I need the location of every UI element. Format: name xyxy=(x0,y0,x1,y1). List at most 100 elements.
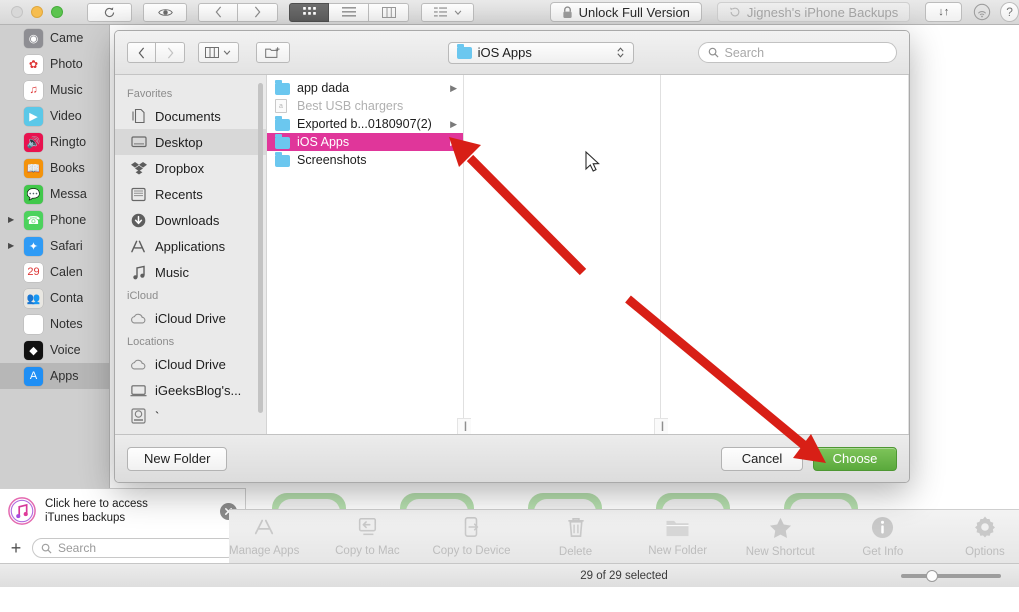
favorites-item-icloud-drive[interactable]: iCloud Drive xyxy=(115,305,266,331)
favorites-item-icloud-drive[interactable]: iCloud Drive xyxy=(115,351,266,377)
chevron-right-icon xyxy=(255,6,261,18)
file-row-ios-apps[interactable]: iOS Apps ▶ xyxy=(267,133,463,151)
action-delete[interactable]: Delete xyxy=(541,516,609,558)
file-row-label: Best USB chargers xyxy=(297,99,404,113)
sidebar-item-came[interactable]: ◉ Came xyxy=(0,25,110,51)
dialog-forward-button[interactable] xyxy=(156,42,185,63)
sidebar-search-input[interactable]: Search xyxy=(32,538,237,558)
airdrop-button[interactable] xyxy=(973,3,991,21)
chevron-down-icon xyxy=(454,9,461,15)
favorites-item--[interactable]: ` xyxy=(115,403,266,429)
preview-button[interactable] xyxy=(142,2,188,22)
list-view-button[interactable] xyxy=(329,2,370,22)
document-icon: a xyxy=(275,99,290,113)
history-icon xyxy=(729,7,740,17)
favorites-item-applications[interactable]: Applications xyxy=(115,233,266,259)
sidebar-item-label: Conta xyxy=(50,291,84,305)
file-row-label: app dada xyxy=(297,81,350,95)
action-copy-to-mac[interactable]: Copy to Mac xyxy=(333,516,401,557)
unlock-full-version-button[interactable]: Unlock Full Version xyxy=(549,2,702,22)
action-options[interactable]: Options xyxy=(951,515,1019,558)
column-resize-handle-2[interactable]: || xyxy=(654,418,668,434)
file-row-exported-b-0180907-2-[interactable]: Exported b...0180907(2) ▶ xyxy=(267,115,463,133)
column-view-button[interactable] xyxy=(369,2,410,22)
sort-button[interactable] xyxy=(421,2,474,22)
action-manage-apps[interactable]: Manage Apps xyxy=(229,516,299,557)
sidebar-scrollbar[interactable] xyxy=(258,83,263,413)
file-row-screenshots[interactable]: Screenshots xyxy=(267,151,463,169)
refresh-button[interactable] xyxy=(87,2,132,22)
favorites-item-downloads[interactable]: Downloads xyxy=(115,207,266,233)
file-row-app-dada[interactable]: app dada ▶ xyxy=(267,79,463,97)
browser-column-1[interactable]: app dada ▶ a Best USB chargers Exported b...… xyxy=(267,75,464,434)
action-new-shortcut[interactable]: New Shortcut xyxy=(746,516,815,558)
dialog-back-button[interactable] xyxy=(127,42,156,63)
dialog-view-button[interactable] xyxy=(198,42,239,63)
sidebar-item-video[interactable]: ▶ Video xyxy=(0,103,110,129)
favorites-item-igeeksblog-s-[interactable]: iGeeksBlog's... xyxy=(115,377,266,403)
browser-column-3[interactable]: || xyxy=(654,75,909,434)
favorites-item-music[interactable]: Music xyxy=(115,259,266,285)
slider-knob[interactable] xyxy=(926,570,938,582)
favorites-item-label: Dropbox xyxy=(155,160,205,176)
info-icon xyxy=(871,516,894,544)
disclosure-triangle-icon[interactable]: ▶ xyxy=(8,216,17,224)
cancel-button[interactable]: Cancel xyxy=(721,446,803,471)
phone-icon: ☎ xyxy=(24,210,43,230)
itunes-icon xyxy=(8,497,36,525)
sidebar-item-conta[interactable]: 👥 Conta xyxy=(0,285,110,311)
choose-button[interactable]: Choose xyxy=(813,446,897,471)
transfer-button[interactable]: ↓↑ xyxy=(925,2,963,22)
favorites-item-recents[interactable]: Recents xyxy=(115,181,266,207)
sidebar-item-books[interactable]: 📖 Books xyxy=(0,155,110,181)
action-label: Copy to Device xyxy=(432,545,511,557)
action-new-folder[interactable]: New Folder xyxy=(644,517,712,557)
downloads-icon xyxy=(130,212,147,228)
location-popup-button[interactable]: iOS Apps xyxy=(447,41,634,64)
icon-size-slider[interactable] xyxy=(901,570,1001,582)
minimize-window-button[interactable] xyxy=(31,6,43,18)
dialog-new-folder-button[interactable] xyxy=(255,42,290,63)
sidebar-item-voice[interactable]: ◆ Voice xyxy=(0,337,110,363)
favorites-item-label: Recents xyxy=(155,186,203,202)
dialog-button-bar: New Folder Cancel Choose xyxy=(115,434,909,482)
favorites-item-desktop[interactable]: Desktop xyxy=(115,129,266,155)
add-button[interactable]: + xyxy=(8,538,24,559)
forward-button[interactable] xyxy=(238,2,279,22)
back-button[interactable] xyxy=(198,2,239,22)
dialog-search-input[interactable]: Search xyxy=(697,42,897,63)
recents-icon xyxy=(130,186,147,202)
action-get-info[interactable]: Get Info xyxy=(849,516,917,558)
sidebar-item-messa[interactable]: 💬 Messa xyxy=(0,181,110,207)
sidebar-item-calen[interactable]: 29 Calen xyxy=(0,259,110,285)
folder-icon xyxy=(275,151,290,167)
sidebar-item-music[interactable]: ♫ Music xyxy=(0,77,110,103)
search-icon xyxy=(708,47,719,58)
sidebar-item-ringto[interactable]: 🔊 Ringto xyxy=(0,129,110,155)
sidebar-item-safari[interactable]: ▶ ✦ Safari xyxy=(0,233,110,259)
banner-line-2: iTunes backups xyxy=(45,512,126,524)
sidebar-item-apps[interactable]: A Apps xyxy=(0,363,110,389)
sidebar-item-phone[interactable]: ▶ ☎ Phone xyxy=(0,207,110,233)
close-window-button[interactable] xyxy=(11,6,23,18)
favorites-item-documents[interactable]: Documents xyxy=(115,103,266,129)
column-resize-handle-1[interactable]: || xyxy=(457,418,471,434)
itunes-backup-banner[interactable]: Click here to access iTunes backups xyxy=(0,488,246,533)
maximize-window-button[interactable] xyxy=(51,6,63,18)
browser-column-2[interactable]: || xyxy=(457,75,661,434)
backups-button[interactable]: Jignesh's iPhone Backups xyxy=(716,2,911,22)
help-button[interactable]: ? xyxy=(1000,2,1019,22)
music-icon xyxy=(130,264,147,280)
sidebar-item-photo[interactable]: ✿ Photo xyxy=(0,51,110,77)
laptop-icon xyxy=(130,382,147,398)
unlock-label: Unlock Full Version xyxy=(578,4,690,20)
action-copy-to-device[interactable]: Copy to Device xyxy=(432,516,511,557)
file-row-best-usb-chargers[interactable]: a Best USB chargers xyxy=(267,97,463,115)
favorites-item-dropbox[interactable]: Dropbox xyxy=(115,155,266,181)
disclosure-triangle-icon[interactable]: ▶ xyxy=(8,242,17,250)
column-view-icon xyxy=(381,6,396,18)
grid-view-button[interactable] xyxy=(289,2,330,22)
chevron-left-icon xyxy=(138,46,145,59)
new-folder-button[interactable]: New Folder xyxy=(127,446,228,471)
sidebar-item-notes[interactable]: Notes xyxy=(0,311,110,337)
